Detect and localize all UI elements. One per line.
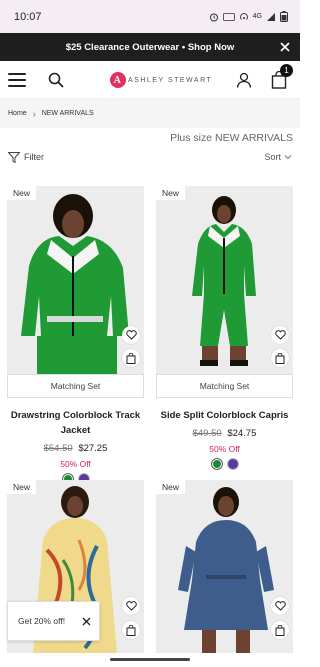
status-bar: 10:07 4G	[0, 0, 300, 33]
account-icon[interactable]	[236, 72, 252, 88]
shopping-bag-icon	[126, 624, 136, 636]
breadcrumb-home[interactable]: Home	[8, 110, 27, 117]
original-price: $49.50	[192, 428, 222, 439]
discount-label: 50% Off	[60, 459, 91, 469]
wishlist-button[interactable]	[122, 326, 140, 344]
price-row: $54.50 $27.25	[7, 443, 144, 454]
close-icon[interactable]	[82, 617, 91, 626]
color-swatch-purple[interactable]	[226, 458, 239, 470]
product-image[interactable]: New	[156, 480, 293, 653]
heart-icon	[125, 330, 137, 340]
product-image[interactable]: New	[156, 186, 293, 374]
quick-add-button[interactable]	[271, 349, 289, 367]
heart-icon	[274, 330, 286, 340]
logo-text: ASHLEY STEWART	[128, 76, 213, 84]
offer-text[interactable]: Get 20% off!	[18, 616, 65, 626]
product-name[interactable]: Side Split Colorblock Capris	[156, 408, 293, 423]
filter-label: Filter	[24, 152, 44, 162]
signal-icon	[267, 12, 275, 21]
original-price: $54.50	[43, 443, 73, 454]
product-card[interactable]: New Matching Set Drawstring Colorblock T…	[7, 186, 144, 485]
heart-icon	[274, 601, 286, 611]
matching-set-button[interactable]: Matching Set	[7, 374, 144, 398]
quick-add-button[interactable]	[122, 621, 140, 639]
sort-dropdown[interactable]: Sort	[264, 152, 292, 162]
chevron-right-icon: ›	[32, 108, 36, 119]
battery-icon	[280, 11, 288, 22]
home-indicator[interactable]	[110, 658, 190, 661]
filter-icon	[8, 151, 20, 163]
sale-price: $24.75	[227, 428, 257, 439]
breadcrumb-current: NEW ARRIVALS	[41, 110, 94, 117]
shopping-bag-icon	[275, 352, 285, 364]
discount-offer-popup[interactable]: Get 20% off!	[7, 601, 100, 641]
wishlist-button[interactable]	[271, 597, 289, 615]
status-icons: 4G	[209, 11, 288, 22]
product-photo	[7, 186, 144, 374]
alarm-icon	[209, 13, 218, 21]
hamburger-menu-icon[interactable]	[8, 72, 26, 87]
new-badge: New	[156, 186, 186, 200]
wishlist-button[interactable]	[122, 597, 140, 615]
heart-icon	[125, 601, 137, 611]
status-time: 10:07	[14, 10, 42, 23]
wishlist-button[interactable]	[271, 326, 289, 344]
search-icon[interactable]	[48, 72, 64, 88]
quick-add-button[interactable]	[122, 349, 140, 367]
logo-mark-icon: A	[110, 72, 126, 88]
product-photo	[156, 186, 293, 374]
new-badge: New	[156, 480, 186, 494]
volte-icon	[222, 12, 235, 21]
chevron-down-icon	[284, 155, 292, 160]
new-badge: New	[7, 186, 37, 200]
product-card[interactable]: New Matching Set Side Split Colorblock C…	[156, 186, 293, 470]
shopping-bag-icon	[275, 624, 285, 636]
new-badge: New	[7, 480, 37, 494]
close-icon[interactable]	[278, 40, 292, 54]
color-swatch-green[interactable]	[210, 458, 223, 470]
filter-sort-row: Filter Sort	[8, 150, 292, 164]
site-header: A ASHLEY STEWART 1	[0, 61, 300, 99]
page-title: Plus size NEW ARRIVALS	[170, 132, 293, 144]
promo-text[interactable]: $25 Clearance Outerwear • Shop Now	[66, 42, 235, 53]
product-image[interactable]: New	[7, 186, 144, 374]
network-label: 4G	[252, 13, 262, 20]
product-card[interactable]: New	[156, 480, 293, 653]
brand-logo[interactable]: A ASHLEY STEWART	[110, 72, 212, 88]
sale-price: $27.25	[78, 443, 108, 454]
quick-add-button[interactable]	[271, 621, 289, 639]
breadcrumb: Home › NEW ARRIVALS	[0, 99, 300, 128]
bag-count-badge: 1	[280, 64, 293, 77]
promo-banner[interactable]: $25 Clearance Outerwear • Shop Now	[0, 33, 300, 61]
product-name[interactable]: Drawstring Colorblock Track Jacket	[7, 408, 144, 438]
price-row: $49.50 $24.75	[156, 428, 293, 439]
discount-label: 50% Off	[209, 444, 240, 454]
shopping-bag-icon	[126, 352, 136, 364]
color-swatches	[156, 458, 293, 470]
filter-button[interactable]: Filter	[8, 151, 44, 163]
matching-set-button[interactable]: Matching Set	[156, 374, 293, 398]
sort-label: Sort	[264, 152, 281, 162]
hotspot-icon	[239, 12, 248, 20]
